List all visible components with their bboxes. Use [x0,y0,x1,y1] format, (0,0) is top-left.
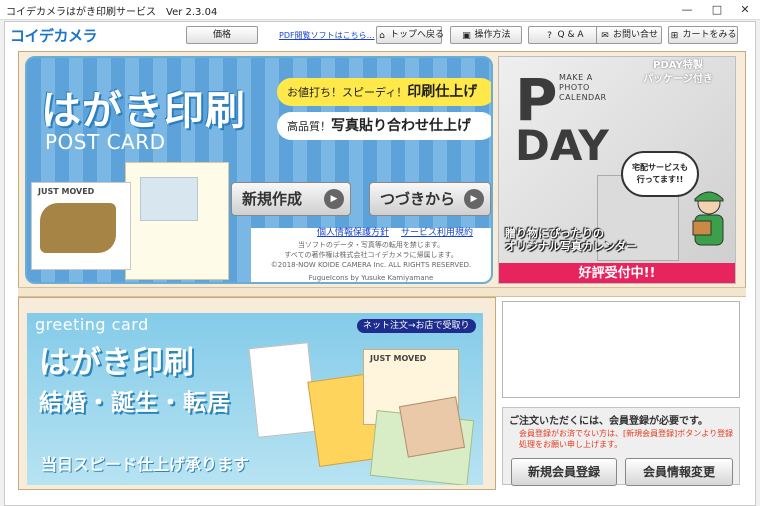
pday-make-text: MAKE A PHOTO CALENDAR [559,73,607,103]
toolbar: コイデカメラ 価格 PDF閲覧ソフトはこちら… ⌂ トップへ戻る ▣ 操作方法 ? Q… [10,25,750,47]
sample-card-photo [398,396,466,458]
pday-make-line-1: MAKE A [559,73,593,82]
top-label: トップへ戻る [390,30,445,40]
hero-subtitle: POST CARD [45,130,166,154]
terms-link[interactable]: サービス利用規約 [401,225,473,238]
maximize-button[interactable]: □ [702,0,732,20]
greeting-title: はがき印刷 [39,345,194,381]
pday-caption: 贈り物にぴったりの オリジナル写真カレンダー [505,227,637,253]
price-label: 価格 [212,30,231,40]
feature-pill-photo: 高品質！写真貼り合わせ仕上げ [277,112,491,140]
qa-button[interactable]: ? Q & A [528,26,600,44]
privacy-policy-link[interactable]: 個人情報保護方針 [317,225,389,238]
sample-card-moved: JUST MOVED [31,182,131,270]
feature-pill-photo-prefix: 高品質！ [287,120,331,133]
continue-button[interactable]: つづきから ▶ [369,182,491,216]
contact-label: お問い合せ [612,30,658,40]
member-note: 会員登録がお済でない方は、[新規会員登録]ボタンより登録処理をお願い申し上げます… [519,429,734,449]
member-registration-panel: ご注文いただくには、会員登録が必要です。 会員登録がお済でない方は、[新規会員登… [502,407,740,486]
member-info-change-button[interactable]: 会員情報変更 [625,458,733,486]
close-button[interactable]: ✕ [730,0,760,20]
pday-accepting-banner: 好評受付中!! [499,263,735,283]
minimize-button[interactable]: — [672,0,702,20]
sample-photo [140,177,198,221]
pdf-reader-link[interactable]: PDF閲覧ソフトはこちら… [279,30,375,41]
sample-card-wedding [125,162,229,280]
pday-make-line-3: CALENDAR [559,93,607,102]
mail-icon: ✉ [601,31,609,41]
howto-button[interactable]: ▣ 操作方法 [450,26,522,44]
greeting-card-banner[interactable]: greeting card ネット注文→お店で受取り はがき印刷 結婚・誕生・転… [27,313,483,485]
feature-pill-print-bold: 印刷仕上げ [407,84,478,100]
pday-day-text: DAY [515,121,609,170]
pday-caption-line-2: オリジナル写真カレンダー [505,240,637,253]
feature-pill-print: お値打ち！スピーディ！印刷仕上げ [277,78,491,106]
net-order-badge: ネット注文→お店で受取り [357,319,476,333]
section-divider [18,287,746,297]
app-window: コイデカメラはがき印刷サービス Ver 2.3.04 — □ ✕ コイデカメラ … [0,0,760,506]
howto-label: 操作方法 [474,30,511,40]
top-button[interactable]: ⌂ トップへ戻る [376,26,445,44]
sample-card-text: JUST MOVED [370,354,427,363]
brand-logo: コイデカメラ [10,27,98,45]
delivery-speech-bubble: 宅配サービスも 行ってます!! [621,151,699,197]
contact-button[interactable]: ✉ お問い合せ [596,26,662,44]
pday-package-label: PDAY特製 パッケージ付き [629,59,727,87]
icons-credit: FugueIcons by Yusuke Kamiyamane [308,274,434,282]
pday-banner[interactable]: P MAKE A PHOTO CALENDAR DAY PDAY特製 パッケージ… [498,56,736,284]
new-create-button[interactable]: 新規作成 ▶ [231,182,351,216]
bubble-line-1: 宅配サービスも [632,163,688,172]
map-illustration [40,203,116,253]
qa-label: Q & A [557,30,584,40]
pday-package-line-2: パッケージ付き [643,74,713,85]
continue-label: つづきから [380,190,456,208]
cart-icon: ⊞ [670,31,679,41]
empty-info-box [502,301,740,398]
cart-button[interactable]: ⊞ カートをみる [668,26,738,44]
same-day-speed-text: 当日スピード仕上げ承ります [41,455,250,474]
book-icon: ▣ [462,31,471,41]
title-bar: コイデカメラはがき印刷サービス Ver 2.3.04 — □ ✕ [0,0,760,20]
notice-line-2: すべての著作権は株式会社コイデカメラに帰属します。 [284,251,458,259]
home-icon: ⌂ [379,31,385,41]
cart-label: カートをみる [682,30,737,40]
copyright-notice: 当ソフトのデータ・写真等の転用を禁じます。 すべての著作権は株式会社コイデカメラ… [251,240,491,282]
copyright-line: ©2018-NOW KOIDE CAMERA Inc. ALL RIGHTS R… [270,261,472,269]
hero-title: はがき印刷 [41,88,246,134]
feature-pill-photo-bold: 写真貼り合わせ仕上げ [331,118,471,134]
new-create-label: 新規作成 [242,190,303,208]
member-heading: ご注文いただくには、会員登録が必要です。 [509,416,708,427]
sample-card-text: JUST MOVED [38,187,95,196]
pday-package-line-1: PDAY特製 [653,60,703,71]
pday-caption-line-1: 贈り物にぴったりの [505,227,604,240]
window-title: コイデカメラはがき印刷サービス Ver 2.3.04 [6,7,218,18]
sample-card-wedding [248,342,318,438]
notice-line-1: 当ソフトのデータ・写真等の転用を禁じます。 [297,241,445,249]
pday-make-line-2: PHOTO [559,83,590,92]
feature-pill-print-prefix: お値打ち！スピーディ！ [287,86,408,99]
delivery-person-illustration [692,191,724,246]
play-arrow-icon: ▶ [464,189,484,209]
greeting-label: greeting card [35,315,149,334]
bubble-line-2: 行ってます!! [636,175,684,184]
question-icon: ? [547,31,552,41]
price-button[interactable]: 価格 [186,26,258,44]
postcard-hero: はがき印刷 POST CARD お値打ち！スピーディ！印刷仕上げ 高品質！写真貼… [25,56,493,284]
new-member-register-button[interactable]: 新規会員登録 [511,458,617,486]
play-arrow-icon: ▶ [324,189,344,209]
greeting-subtitle: 結婚・誕生・転居 [39,390,231,416]
